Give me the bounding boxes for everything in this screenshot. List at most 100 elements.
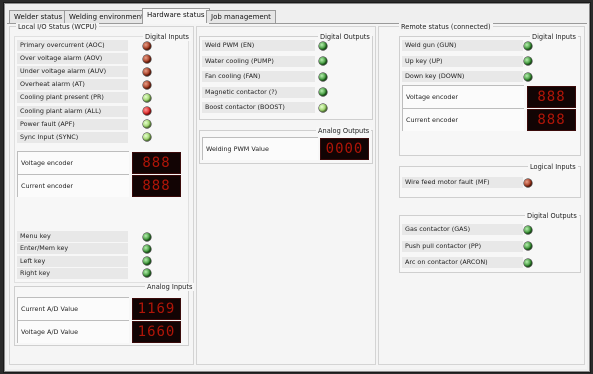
current-ad-value-label: Current A/D Value	[17, 297, 129, 320]
status-led-icon	[524, 242, 532, 250]
local-voltage-encoder-display: 888	[132, 152, 181, 174]
led-label: Wire feed motor fault (MF)	[402, 177, 523, 188]
led-row-weld-pwm: Weld PWM (EN)	[202, 40, 368, 51]
led-label: Weld PWM (EN)	[202, 40, 315, 51]
status-led-icon	[524, 57, 532, 66]
led-row-fan-cooling: Fan cooling (FAN)	[202, 71, 368, 83]
led-label: Arc on contactor (ARCON)	[402, 257, 523, 268]
led-label: Weld gun (GUN)	[402, 40, 523, 51]
tab-bar: Welder status Welding environment Hardwa…	[7, 8, 587, 24]
tab-welder-status[interactable]: Welder status	[9, 10, 68, 23]
led-label: Water cooling (PUMP)	[202, 55, 315, 67]
led-row-primary-overcurrent: Primary overcurrent (AOC)	[17, 40, 183, 51]
status-led-icon	[143, 232, 151, 241]
local-digital-outputs-group: Digital Outputs Weld PWM (EN) Water cooli…	[199, 33, 373, 120]
led-row-over-voltage-alarm: Over voltage alarm (AOV)	[17, 53, 183, 65]
led-label: Cooling plant present (PR)	[17, 92, 128, 104]
status-led-icon	[143, 54, 151, 63]
current-ad-value-display: 1169	[132, 298, 181, 320]
led-row-power-fault: Power fault (APF)	[17, 118, 183, 130]
status-led-icon	[143, 133, 151, 142]
welding-pwm-value-display: 0000	[320, 138, 369, 160]
led-label: Menu key	[17, 231, 128, 242]
led-label: Primary overcurrent (AOC)	[17, 40, 128, 51]
welding-pwm-value-row: Welding PWM Value 0000	[202, 137, 369, 160]
tab-content: Local I/O Status (WCPU) Digital Inputs V…	[7, 23, 587, 369]
local-voltage-encoder-row: Voltage encoder 888	[17, 151, 183, 174]
voltage-ad-value-display: 1660	[132, 321, 181, 343]
remote-status-panel: Remote status (connected) Digital Inputs…	[378, 23, 585, 365]
status-led-icon	[143, 269, 151, 278]
led-label: Over voltage alarm (AOV)	[17, 53, 128, 65]
led-row-boost-contactor: Boost contactor (BOOST)	[202, 102, 368, 114]
welding-pwm-value-label: Welding PWM Value	[202, 137, 318, 160]
tab-job-management[interactable]: Job management	[206, 10, 276, 23]
led-row-cooling-plant-alarm: Cooling plant alarm (ALL)	[17, 105, 183, 117]
led-row-enter-mem-key: Enter/Mem key	[17, 243, 183, 255]
remote-voltage-encoder-row: Voltage encoder 888	[402, 85, 578, 108]
status-led-icon	[524, 41, 532, 50]
local-io-title: Local I/O Status (WCPU)	[16, 23, 99, 31]
tab-welding-environment[interactable]: Welding environment	[64, 10, 149, 23]
led-row-wire-feed-motor-fault: Wire feed motor fault (MF)	[402, 177, 578, 188]
led-row-left-key: Left key	[17, 255, 183, 267]
remote-current-encoder-display: 888	[527, 109, 576, 131]
status-led-icon	[143, 244, 151, 253]
local-current-encoder-row: Current encoder 888	[17, 174, 183, 197]
status-led-icon	[143, 67, 151, 76]
remote-voltage-encoder-display: 888	[527, 86, 576, 108]
status-led-icon	[524, 72, 532, 81]
led-row-arc-on-contactor: Arc on contactor (ARCON)	[402, 257, 578, 268]
status-led-icon	[319, 57, 327, 66]
status-led-icon	[143, 120, 151, 129]
led-row-up-key: Up key (UP)	[402, 55, 578, 67]
local-digital-inputs-group: Digital Inputs Voltage encoder 888 Curre…	[14, 33, 191, 283]
status-led-icon	[524, 178, 532, 187]
led-row-cooling-plant-present: Cooling plant present (PR)	[17, 92, 183, 104]
tab-hardware-status[interactable]: Hardware status	[142, 8, 210, 24]
status-led-icon	[143, 80, 151, 89]
led-row-under-voltage-alarm: Under voltage alarm (AUV)	[17, 66, 183, 78]
local-analog-inputs-group: Analog Inputs Current A/D Value 1169 Vol…	[14, 283, 195, 346]
remote-logical-inputs-group: Logical Inputs Wire feed motor fault (MF…	[399, 163, 581, 198]
local-current-encoder-display: 888	[132, 175, 181, 197]
led-label: Push pull contactor (PP)	[402, 240, 523, 252]
remote-digital-outputs-title: Digital Outputs	[525, 212, 579, 220]
local-voltage-encoder-label: Voltage encoder	[17, 151, 129, 174]
led-row-overheat-alarm: Overheat alarm (AT)	[17, 79, 183, 91]
led-label: Overheat alarm (AT)	[17, 79, 128, 91]
status-led-icon	[319, 103, 327, 112]
led-row-magnetic-contactor: Magnetic contactor (?)	[202, 86, 368, 98]
current-ad-value-row: Current A/D Value 1169	[17, 297, 183, 320]
status-led-icon	[524, 225, 532, 234]
remote-digital-outputs-group: Digital Outputs Gas contactor (GAS) Push …	[399, 212, 581, 273]
local-outputs-panel: Digital Outputs Weld PWM (EN) Water cooli…	[196, 26, 376, 365]
local-analog-outputs-group: Analog Outputs Welding PWM Value 0000	[199, 127, 373, 164]
led-label: Up key (UP)	[402, 55, 523, 67]
led-row-push-pull-contactor: Push pull contactor (PP)	[402, 240, 578, 252]
led-label: Down key (DOWN)	[402, 71, 523, 83]
led-label: Gas contactor (GAS)	[402, 224, 523, 235]
local-io-panel: Local I/O Status (WCPU) Digital Inputs V…	[9, 23, 195, 365]
voltage-ad-value-label: Voltage A/D Value	[17, 320, 129, 343]
remote-current-encoder-row: Current encoder 888	[402, 108, 578, 131]
status-led-icon	[319, 72, 327, 81]
led-row-water-cooling: Water cooling (PUMP)	[202, 55, 368, 67]
hardware-status-window: Welder status Welding environment Hardwa…	[4, 3, 590, 372]
status-led-icon	[143, 107, 151, 115]
status-led-icon	[319, 88, 327, 97]
led-row-weld-gun: Weld gun (GUN)	[402, 40, 578, 51]
led-row-right-key: Right key	[17, 267, 183, 279]
status-led-icon	[524, 258, 532, 267]
remote-voltage-encoder-label: Voltage encoder	[402, 85, 524, 108]
local-current-encoder-label: Current encoder	[17, 174, 129, 197]
led-label: Sync Input (SYNC)	[17, 131, 128, 143]
status-led-icon	[143, 41, 151, 50]
led-label: Cooling plant alarm (ALL)	[17, 105, 128, 117]
status-led-icon	[143, 93, 151, 102]
status-led-icon	[319, 41, 327, 50]
led-row-sync-input: Sync Input (SYNC)	[17, 131, 183, 143]
remote-current-encoder-label: Current encoder	[402, 108, 524, 131]
led-label: Right key	[17, 267, 128, 279]
local-analog-inputs-title: Analog Inputs	[145, 283, 195, 291]
